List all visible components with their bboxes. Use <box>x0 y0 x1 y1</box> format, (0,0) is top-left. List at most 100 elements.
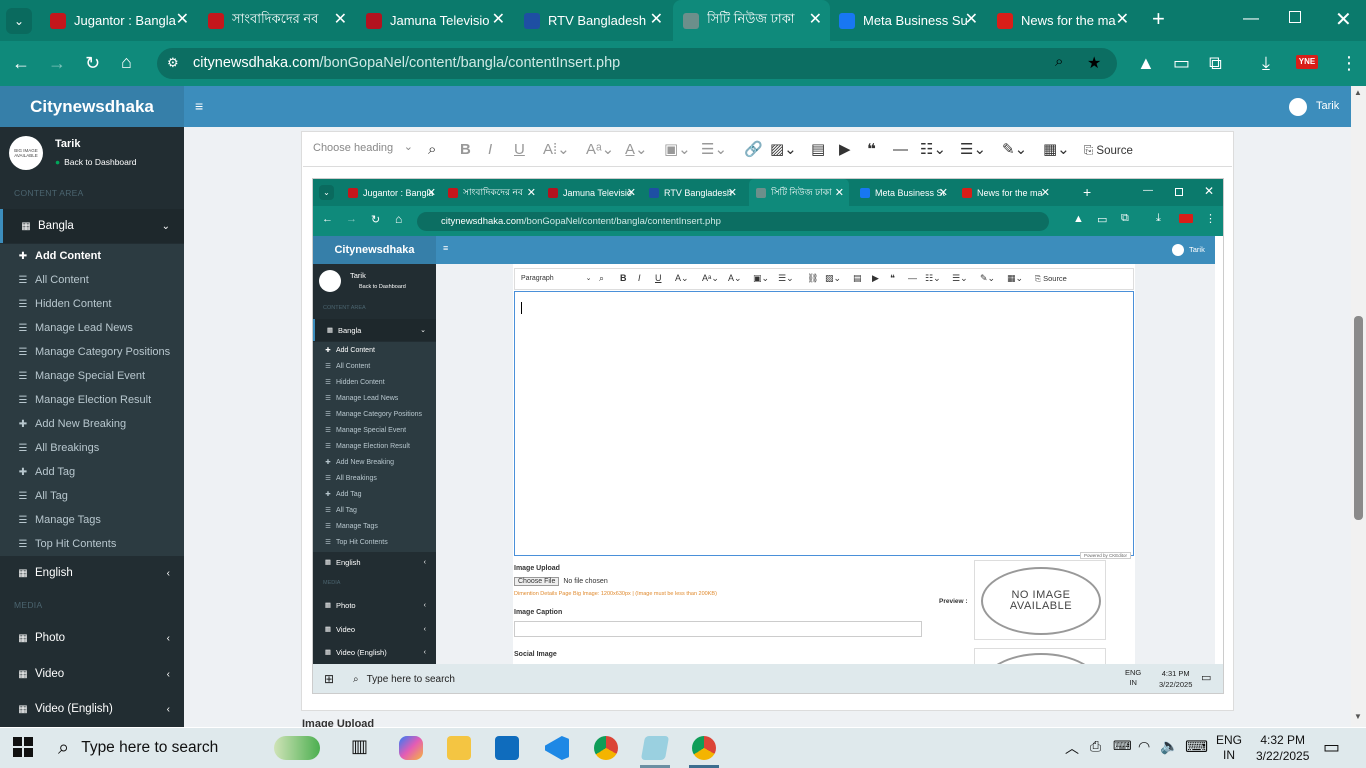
numbered-list-icon[interactable]: ☰⌄ <box>960 141 986 159</box>
page-scrollbar[interactable]: ▲ ▼ <box>1351 86 1366 727</box>
address-bar[interactable]: ⚙ citynewsdhaka.com/bonGopaNel/content/b… <box>157 48 1117 79</box>
sidebar-item-manage-special-event[interactable]: ☰ Manage Special Event <box>0 364 184 388</box>
bold-icon[interactable]: B <box>460 141 471 159</box>
sidebar-item-all-breakings[interactable]: ☰ All Breakings <box>0 436 184 460</box>
clock[interactable]: 4:32 PM 3/22/2025 <box>1256 732 1309 764</box>
browser-tab[interactable]: Meta Business Su ✕ <box>829 0 986 41</box>
download-icon[interactable]: ⤓ <box>1262 53 1270 73</box>
keyboard-icon[interactable]: ⌨ <box>1185 737 1208 757</box>
sidebar-video-english[interactable]: ▦ Video (English) ‹ <box>0 692 184 726</box>
sidebar-item-all-content[interactable]: ☰ All Content <box>0 268 184 292</box>
sidebar-item-manage-election-result[interactable]: ☰ Manage Election Result <box>0 388 184 412</box>
forward-icon[interactable]: → <box>48 53 66 73</box>
blockquote-icon[interactable]: ❝ <box>867 141 876 159</box>
task-view-icon[interactable]: ▥ <box>351 736 368 757</box>
tab-close-icon[interactable]: ✕ <box>809 12 822 28</box>
browser-tab[interactable]: Jugantor : Bangla ✕ <box>40 0 197 41</box>
ynet-extension-icon[interactable]: YNE <box>1296 55 1318 69</box>
back-to-dashboard-link[interactable]: ● Back to Dashboard <box>55 157 136 167</box>
file-explorer-icon[interactable] <box>447 736 471 760</box>
sidebar-item-add-new-breaking[interactable]: ✚ Add New Breaking <box>0 412 184 436</box>
show-hidden-icons[interactable]: ︿ <box>1065 738 1079 758</box>
meet-now-icon[interactable]: ⎙ <box>1090 738 1101 755</box>
font-color-icon[interactable]: A̲⌄ <box>625 141 648 159</box>
close-window-button[interactable]: ✕ <box>1335 7 1352 32</box>
scroll-thumb[interactable] <box>1354 316 1363 520</box>
align-icon[interactable]: ☰⌄ <box>701 141 727 159</box>
tab-search-button[interactable]: ⌄ <box>6 8 32 34</box>
bookmark-star-icon[interactable]: ★ <box>1087 53 1101 73</box>
browser-tab[interactable]: RTV Bangladesh ✕ <box>514 0 671 41</box>
restore-button[interactable] <box>1289 11 1301 23</box>
font-size-icon[interactable]: A⁞⌄ <box>543 141 570 159</box>
outlook-icon[interactable] <box>495 736 519 760</box>
video-embed-icon[interactable]: ▶ <box>839 141 851 159</box>
user-menu-name[interactable]: Tarik <box>1316 100 1339 112</box>
browser-tab[interactable]: সিটি নিউজ ঢাকা ✕ <box>673 0 830 41</box>
extensions-icon[interactable]: ⧉ <box>1209 53 1222 73</box>
sidebar-item-manage-lead-news[interactable]: ☰ Manage Lead News <box>0 316 184 340</box>
source-button[interactable]: ⎘ Source <box>1084 142 1133 160</box>
highlight-icon[interactable]: ✎⌄ <box>1002 141 1027 159</box>
user-avatar-small[interactable] <box>1289 98 1307 116</box>
input-indicator-icon[interactable]: ⌨ <box>1113 738 1132 754</box>
browser-tab[interactable]: News for the ma ✕ <box>987 0 1137 41</box>
sidebar-item-add-content[interactable]: ✚ Add Content <box>0 244 184 268</box>
notepad-icon[interactable] <box>640 736 670 760</box>
underline-icon[interactable]: U <box>514 141 525 159</box>
sidebar-item-hidden-content[interactable]: ☰ Hidden Content <box>0 292 184 316</box>
wifi-icon[interactable]: ◠ <box>1138 738 1150 755</box>
font-family-icon[interactable]: Aᵃ⌄ <box>586 141 614 159</box>
scroll-up-icon[interactable]: ▲ <box>1354 88 1362 97</box>
tab-close-icon[interactable]: ✕ <box>965 12 978 28</box>
tab-close-icon[interactable]: ✕ <box>176 12 189 28</box>
back-icon[interactable]: ← <box>12 53 30 73</box>
zoom-icon[interactable]: ⌕ <box>1055 53 1063 70</box>
sidebar-toggle-icon[interactable]: ≡ <box>195 98 203 114</box>
link-icon[interactable]: 🔗 <box>744 141 763 159</box>
url-text[interactable]: citynewsdhaka.com/bonGopaNel/content/ban… <box>193 55 620 71</box>
sidebar-photo[interactable]: ▦ Photo ‹ <box>0 621 184 655</box>
start-button[interactable] <box>13 737 33 757</box>
copilot-icon[interactable] <box>399 736 423 760</box>
horizontal-line-icon[interactable]: — <box>893 141 908 159</box>
tab-close-icon[interactable]: ✕ <box>650 12 663 28</box>
minimize-button[interactable]: — <box>1243 10 1259 28</box>
new-tab-button[interactable]: + <box>1152 8 1165 30</box>
notification-icon[interactable]: ▭ <box>1323 737 1340 758</box>
site-info-icon[interactable]: ⚙ <box>167 55 179 71</box>
sidebar-video[interactable]: ▦ Video ‹ <box>0 657 184 691</box>
italic-icon[interactable]: I <box>488 141 492 159</box>
sidebar-item-manage-tags[interactable]: ☰ Manage Tags <box>0 508 184 532</box>
media-embed-icon[interactable]: ▤ <box>811 141 825 159</box>
find-replace-icon[interactable]: ⌕ <box>428 141 436 159</box>
browser-tab[interactable]: Jamuna Televisio ✕ <box>356 0 513 41</box>
insert-image-icon[interactable]: ▨⌄ <box>770 141 797 159</box>
reload-icon[interactable]: ↻ <box>85 53 100 73</box>
scroll-down-icon[interactable]: ▼ <box>1354 712 1362 721</box>
language-indicator[interactable]: ENG IN <box>1216 733 1242 763</box>
tab-close-icon[interactable]: ✕ <box>334 12 347 28</box>
sidebar-bangla[interactable]: ▦ Bangla ⌄ <box>0 209 184 243</box>
browser-tab[interactable]: সাংবাদিকদের নব ✕ <box>198 0 355 41</box>
chrome-active-icon[interactable] <box>692 736 716 760</box>
table-icon[interactable]: ▦⌄ <box>1043 141 1070 159</box>
drive-extension-icon[interactable]: ▲ <box>1137 53 1155 73</box>
tab-close-icon[interactable]: ✕ <box>492 12 505 28</box>
cast-icon[interactable]: ▭ <box>1173 53 1190 73</box>
bulleted-list-icon[interactable]: ☷⌄ <box>920 141 946 159</box>
sidebar-english[interactable]: ▦ English ‹ <box>0 556 184 590</box>
sidebar-item-top-hit-contents[interactable]: ☰ Top Hit Contents <box>0 532 184 556</box>
font-background-icon[interactable]: ▣⌄ <box>664 141 691 159</box>
tab-close-icon[interactable]: ✕ <box>1116 12 1129 28</box>
sidebar-item-manage-category-positions[interactable]: ☰ Manage Category Positions <box>0 340 184 364</box>
volume-icon[interactable]: 🔈 <box>1160 737 1179 755</box>
chrome-icon[interactable] <box>594 736 618 760</box>
copilot-search-icon[interactable] <box>274 736 320 760</box>
home-icon[interactable]: ⌂ <box>121 52 132 72</box>
sidebar-item-add-tag[interactable]: ✚ Add Tag <box>0 460 184 484</box>
menu-kebab-icon[interactable]: ⋮ <box>1340 53 1358 73</box>
brand-logo[interactable]: Citynewsdhaka <box>0 86 184 127</box>
heading-select[interactable]: Choose heading ⌄ <box>313 141 413 154</box>
sidebar-item-all-tag[interactable]: ☰ All Tag <box>0 484 184 508</box>
